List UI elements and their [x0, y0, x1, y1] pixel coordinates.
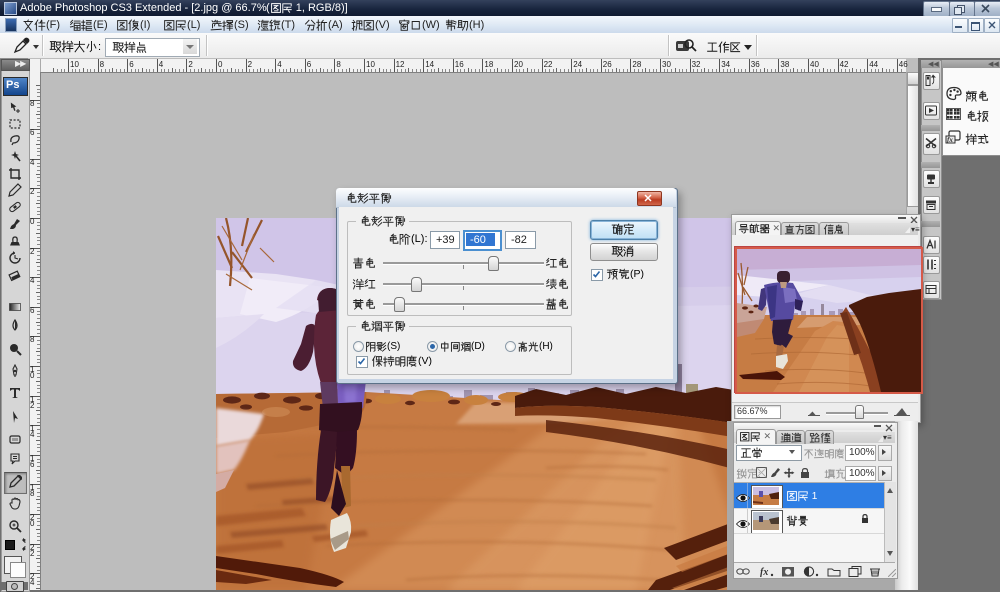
svg-text:fx: fx	[947, 136, 953, 144]
svg-text:fx: fx	[760, 567, 768, 577]
